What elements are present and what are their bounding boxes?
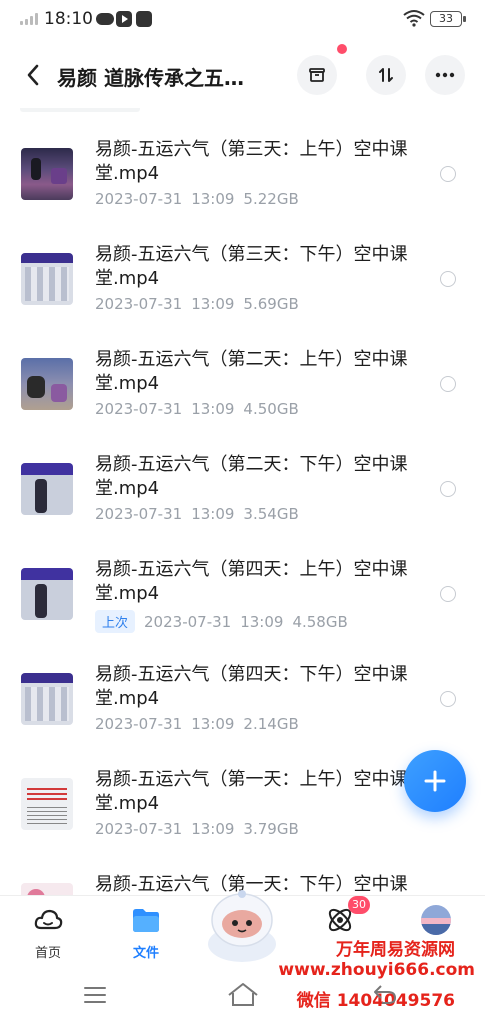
nav-files[interactable]: 文件 [106,902,186,962]
file-time: 13:09 [191,400,235,418]
file-meta: 2023-07-31 13:09 3.54GB [95,505,308,523]
back-button[interactable] [18,58,48,92]
nav-home[interactable]: 首页 [8,902,88,962]
file-size: 3.54GB [243,505,299,523]
file-size: 3.79GB [243,820,299,838]
file-name: 易颜-五运六气（第二天：上午）空中课堂.mp4 [95,349,408,394]
file-date: 2023-07-31 [95,190,183,208]
file-time: 13:09 [191,505,235,523]
file-size: 2.14GB [243,715,299,733]
add-button[interactable] [404,750,466,812]
file-name: 易颜-五运六气（第三天：上午）空中课堂.mp4 [95,139,408,184]
page-title: 易颜 道脉传承之五… [57,66,244,90]
file-size: 5.69GB [243,295,299,313]
sort-icon [379,68,393,82]
file-size: 4.50GB [243,400,299,418]
select-radio[interactable] [440,166,456,182]
video-thumbnail [21,778,73,830]
more-button[interactable] [425,55,465,95]
file-date: 2023-07-31 [95,295,183,313]
video-app-icon [116,11,132,27]
robot-mascot-icon [208,890,276,962]
file-time: 13:09 [191,715,235,733]
system-nav-bar [0,965,485,1024]
cloud-icon [96,13,114,25]
list-item[interactable]: 易颜-五运六气（第三天：上午）空中课堂.mp4 2023-07-31 13:09… [0,108,485,213]
list-item[interactable]: 易颜-五运六气（第四天：下午）空中课堂.mp4 2023-07-31 13:09… [0,633,485,738]
list-item[interactable]: 易颜-五运六气（第三天：下午）空中课堂.mp4 2023-07-31 13:09… [0,213,485,318]
video-thumbnail [21,568,73,620]
avatar [421,905,451,935]
signal-icon [20,13,42,25]
file-date: 2023-07-31 [95,400,183,418]
nav-files-label: 文件 [132,946,159,961]
last-played-badge: 上次 [95,610,136,633]
folder-icon [133,909,159,932]
video-thumbnail [21,883,73,895]
share-count-badge: 30 [348,896,370,914]
select-radio[interactable] [440,481,456,497]
archive-icon [309,68,325,82]
video-thumbnail [21,463,73,515]
file-date: 2023-07-31 [144,612,232,631]
file-time: 13:09 [191,190,235,208]
cloud-home-icon [34,909,63,930]
status-bar: 18:10 33 [0,0,485,38]
video-thumbnail [21,148,73,200]
nav-ai-assistant[interactable] [196,886,288,968]
file-meta: 2023-07-31 13:09 5.69GB [95,295,308,313]
file-name: 易颜-五运六气（第四天：下午）空中课堂.mp4 [95,664,408,709]
file-name: 易颜-五运六气（第一天：上午）空中课堂.mp4 [95,769,408,814]
chevron-left-icon [27,64,39,86]
notification-dot [337,44,347,54]
file-name: 易颜-五运六气（第四天：上午）空中课堂.mp4 [95,559,408,604]
file-date: 2023-07-31 [95,820,183,838]
back-icon[interactable] [372,983,398,1005]
sort-button[interactable] [366,55,406,95]
file-date: 2023-07-31 [95,715,183,733]
file-name: 易颜-五运六气（第三天：下午）空中课堂.mp4 [95,244,408,289]
nav-home-label: 首页 [34,946,61,961]
file-size: 5.22GB [243,190,299,208]
file-size: 4.58GB [292,612,348,631]
recent-apps-button[interactable] [84,987,106,1003]
header: 易颜 道脉传承之五… [0,44,485,108]
gallery-icon [136,11,152,27]
list-item[interactable]: 易颜-五运六气（第二天：上午）空中课堂.mp4 2023-07-31 13:09… [0,318,485,423]
video-thumbnail [21,253,73,305]
file-meta: 2023-07-31 13:09 5.22GB [95,190,308,208]
file-meta: 2023-07-31 13:09 4.50GB [95,400,308,418]
more-icon [435,72,455,78]
file-time: 13:09 [191,820,235,838]
file-time: 13:09 [191,295,235,313]
status-time: 18:10 [44,9,93,29]
file-time: 13:09 [240,612,284,631]
home-icon[interactable] [226,981,260,1007]
select-radio[interactable] [440,376,456,392]
file-name: 易颜-五运六气（第二天：下午）空中课堂.mp4 [95,454,408,499]
list-item[interactable]: 易颜-五运六气（第二天：下午）空中课堂.mp4 2023-07-31 13:09… [0,423,485,528]
video-thumbnail [21,673,73,725]
file-date: 2023-07-31 [95,505,183,523]
video-thumbnail [21,358,73,410]
list-item[interactable]: 易颜-五运六气（第四天：上午）空中课堂.mp4 上次 2023-07-31 13… [0,528,485,633]
file-meta: 2023-07-31 13:09 3.79GB [95,820,308,838]
plus-icon [424,770,446,792]
file-meta: 上次 2023-07-31 13:09 4.58GB [95,610,357,633]
select-radio[interactable] [440,691,456,707]
file-meta: 2023-07-31 13:09 2.14GB [95,715,308,733]
select-radio[interactable] [440,586,456,602]
battery-indicator: 33 [430,11,466,27]
transfer-button[interactable] [297,55,337,95]
wifi-icon [403,10,425,27]
watermark-line-1: 万年周易资源网 [336,940,455,960]
select-radio[interactable] [440,271,456,287]
